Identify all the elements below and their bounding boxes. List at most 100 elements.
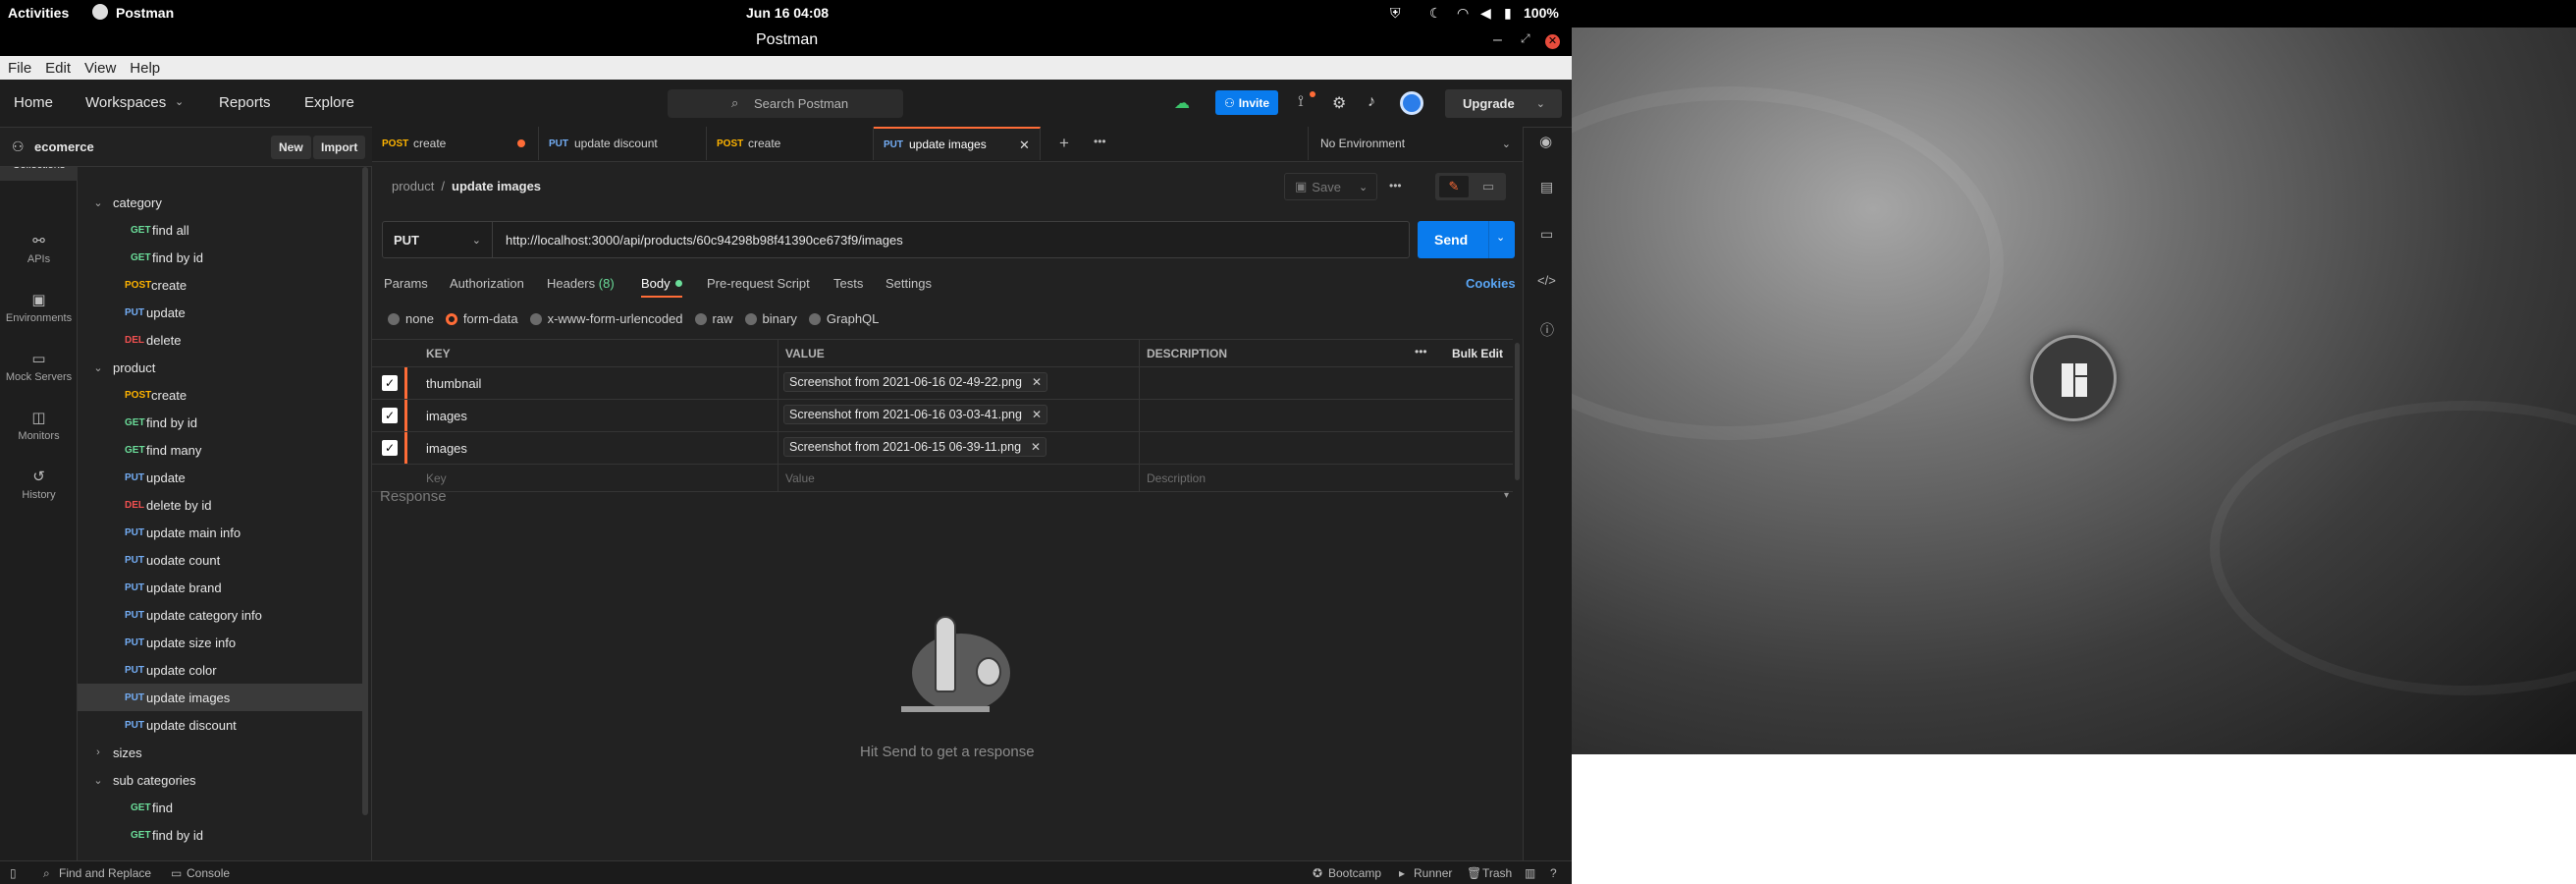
reports-link[interactable]: Reports (219, 94, 271, 111)
tab-tests[interactable]: Tests (833, 270, 863, 296)
clock[interactable]: Jun 16 04:08 (746, 5, 829, 21)
workspaces-menu[interactable]: Workspaces (85, 94, 166, 111)
row-value-chip[interactable]: Screenshot from 2021-06-16 02-49-22.png ✕ (783, 372, 1048, 392)
nav-apis[interactable]: ⚯ APIs (0, 234, 78, 266)
tree-request[interactable]: GET find (78, 794, 362, 821)
upgrade-button[interactable]: Upgrade ⌄ (1445, 89, 1562, 118)
nav-environments[interactable]: ▣ Environments (0, 293, 78, 325)
chevron-down-icon[interactable]: ⌄ (91, 361, 105, 374)
tree-folder[interactable]: ⌄ category (78, 189, 362, 216)
close-tab-icon[interactable]: ✕ (1019, 138, 1030, 153)
tab-create-2[interactable]: POST create (707, 127, 874, 160)
remove-file-icon[interactable]: ✕ (1032, 375, 1042, 389)
avatar[interactable] (1400, 91, 1423, 115)
row-description[interactable] (1147, 400, 1500, 431)
row-value-chip[interactable]: Screenshot from 2021-06-15 06-39-11.png ✕ (783, 437, 1047, 457)
comment-mode-icon[interactable]: ▭ (1475, 176, 1502, 197)
row-checkbox[interactable]: ✓ (382, 440, 398, 456)
app-menu-label[interactable]: Postman (116, 5, 174, 21)
notifications-bell-icon[interactable]: ♪ (1368, 93, 1375, 111)
tree-request[interactable]: PUT update color (78, 656, 362, 684)
tab-create-1[interactable]: POST create (372, 127, 539, 160)
import-button[interactable]: Import (313, 136, 366, 159)
activities-button[interactable]: Activities (8, 5, 69, 21)
request-options-icon[interactable]: ••• (1389, 179, 1402, 193)
row-key[interactable]: thumbnail (426, 376, 481, 391)
breadcrumb-parent[interactable]: product (392, 179, 434, 193)
tree-request[interactable]: DEL delete by id (78, 491, 362, 519)
tree-folder[interactable]: ⌄ product (78, 354, 362, 381)
row-checkbox[interactable]: ✓ (382, 408, 398, 423)
row-description[interactable] (1147, 367, 1500, 399)
tree-request[interactable]: PUT update main info (78, 519, 362, 546)
tree-request[interactable]: GET find by id (78, 409, 362, 436)
send-button[interactable]: Send ⌄ (1418, 221, 1515, 258)
satellite-icon[interactable]: ⟟ (1298, 93, 1304, 111)
console-button[interactable]: Console (187, 866, 230, 880)
radio-graphql[interactable]: GraphQL (808, 311, 879, 326)
tree-request[interactable]: PUT update discount (78, 711, 362, 739)
nav-history[interactable]: ↺ History (0, 470, 78, 502)
new-description-input[interactable]: Description (1147, 471, 1206, 485)
tree-request[interactable]: PUT update (78, 299, 362, 326)
tree-request[interactable]: PUT update category info (78, 601, 362, 629)
invite-button[interactable]: ⚇ Invite (1215, 90, 1278, 115)
save-button[interactable]: ▣ Save ⌄ (1284, 173, 1377, 200)
bulk-edit-button[interactable]: Bulk Edit (1452, 347, 1503, 360)
toggle-sidebar-icon[interactable]: ▯ (10, 866, 17, 880)
table-options-icon[interactable]: ••• (1415, 345, 1427, 359)
battery-percent[interactable]: 100% (1524, 5, 1559, 21)
environment-selector[interactable]: No Environment ⌄ (1308, 127, 1523, 160)
home-link[interactable]: Home (14, 94, 53, 111)
tree-request[interactable]: DEL delete (78, 326, 362, 354)
row-description[interactable] (1147, 432, 1500, 464)
chevron-right-icon[interactable]: › (91, 746, 105, 758)
info-icon[interactable]: ⓘ (1540, 320, 1554, 340)
request-name[interactable]: update images (452, 179, 541, 193)
tree-request[interactable]: PUT update (78, 464, 362, 491)
tree-request[interactable]: POST create (78, 381, 362, 409)
tree-folder[interactable]: ⌄ sub categories (78, 766, 362, 794)
bootcamp-button[interactable]: Bootcamp (1328, 866, 1381, 880)
remove-file-icon[interactable]: ✕ (1031, 440, 1041, 454)
chevron-down-icon[interactable]: ⌄ (91, 774, 105, 787)
tree-request[interactable]: GET find many (78, 436, 362, 464)
radio-urlencoded[interactable]: x-www-form-urlencoded (529, 311, 683, 326)
comments-icon[interactable]: ▭ (1540, 226, 1553, 243)
workspace-name[interactable]: ecomerce (34, 139, 94, 154)
tab-update-images[interactable]: PUT update images ✕ (874, 127, 1041, 160)
menu-file[interactable]: File (8, 60, 31, 77)
chevron-down-icon[interactable]: ⌄ (91, 196, 105, 209)
tree-request[interactable]: POST create (78, 271, 362, 299)
tree-request[interactable]: PUT uodate count (78, 546, 362, 574)
tab-update-discount[interactable]: PUT update discount (539, 127, 707, 160)
menu-edit[interactable]: Edit (45, 60, 71, 77)
row-checkbox[interactable]: ✓ (382, 375, 398, 391)
row-key[interactable]: images (426, 441, 467, 456)
new-key-input[interactable]: Key (426, 471, 447, 485)
new-tab-icon[interactable]: + (1059, 134, 1069, 153)
documentation-icon[interactable]: ▤ (1540, 179, 1553, 195)
new-button[interactable]: New (271, 136, 311, 159)
tab-params[interactable]: Params (384, 270, 428, 296)
minimize-icon[interactable]: – (1493, 31, 1502, 49)
response-title[interactable]: Response (380, 488, 447, 505)
tree-request[interactable]: GET find all (78, 216, 362, 244)
tab-pre-request-script[interactable]: Pre-request Script (707, 270, 810, 296)
tree-folder[interactable]: › sizes (78, 739, 362, 766)
help-icon[interactable]: ? (1550, 866, 1557, 880)
cookies-link[interactable]: Cookies (1466, 270, 1516, 296)
radio-raw[interactable]: raw (694, 311, 733, 326)
tree-request[interactable]: PUT update size info (78, 629, 362, 656)
trash-button[interactable]: Trash (1482, 866, 1512, 880)
runner-button[interactable]: Runner (1414, 866, 1452, 880)
send-chevron-icon[interactable]: ⌄ (1496, 231, 1505, 244)
sync-cloud-icon[interactable]: ☁ (1174, 93, 1190, 113)
tab-headers[interactable]: Headers (8) (547, 270, 615, 296)
workspaces-chevron-icon[interactable]: ⌄ (175, 95, 184, 108)
row-key[interactable]: images (426, 409, 467, 423)
nav-monitors[interactable]: ◫ Monitors (0, 411, 78, 443)
remove-file-icon[interactable]: ✕ (1032, 408, 1042, 421)
code-icon[interactable]: </> (1537, 273, 1556, 288)
tree-request[interactable]: GET find by id (78, 244, 362, 271)
